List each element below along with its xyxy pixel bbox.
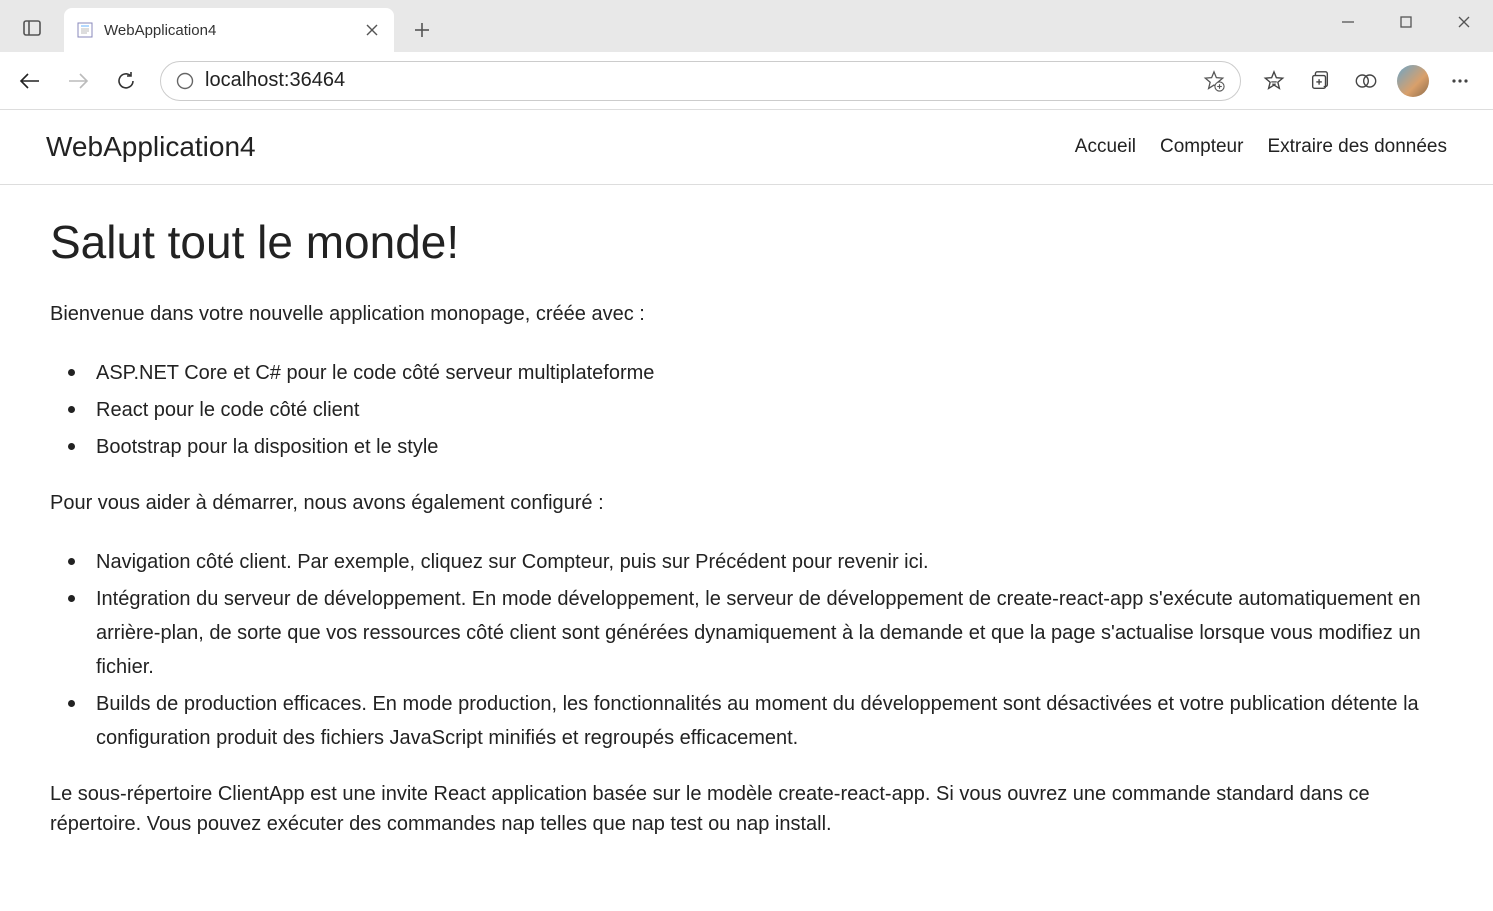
tab-strip: WebApplication4 <box>0 0 1493 52</box>
tab-actions-icon <box>22 18 42 38</box>
navigation-bar <box>0 52 1493 110</box>
url-input[interactable] <box>205 69 1192 92</box>
list-item: ASP.NET Core et C# pour le code côté ser… <box>88 353 1443 390</box>
page-viewport: WebApplication4 Accueil Compteur Extrair… <box>0 110 1493 893</box>
tab-close-button[interactable] <box>362 20 382 40</box>
window-controls <box>1319 0 1493 44</box>
page-content: Salut tout le monde! Bienvenue dans votr… <box>0 185 1493 893</box>
refresh-button[interactable] <box>104 59 148 103</box>
new-tab-button[interactable] <box>400 8 444 52</box>
site-info-icon[interactable] <box>175 71 195 91</box>
page-heading: Salut tout le monde! <box>50 215 1443 269</box>
profile-avatar[interactable] <box>1397 65 1429 97</box>
intro-paragraph: Bienvenue dans votre nouvelle applicatio… <box>50 299 1443 329</box>
back-button[interactable] <box>8 59 52 103</box>
maximize-icon <box>1399 15 1413 29</box>
list-item: Bootstrap pour la disposition et le styl… <box>88 427 1443 464</box>
forward-button[interactable] <box>56 59 100 103</box>
close-icon <box>366 24 378 36</box>
tab-title: WebApplication4 <box>104 22 352 39</box>
favorites-button[interactable] <box>1253 60 1295 102</box>
list-item: Navigation côté client. Par exemple, cli… <box>88 542 1443 579</box>
site-brand[interactable]: WebApplication4 <box>46 131 256 163</box>
add-favorite-button[interactable] <box>1202 69 1226 93</box>
browser-tab[interactable]: WebApplication4 <box>64 8 394 52</box>
star-plus-icon <box>1203 70 1225 92</box>
nav-link-home[interactable]: Accueil <box>1075 136 1136 158</box>
nav-link-counter[interactable]: Compteur <box>1160 136 1243 158</box>
site-nav: Accueil Compteur Extraire des données <box>1075 136 1447 158</box>
settings-menu-button[interactable] <box>1439 60 1481 102</box>
setup-intro-paragraph: Pour vous aider à démarrer, nous avons é… <box>50 488 1443 518</box>
window-close-button[interactable] <box>1435 0 1493 44</box>
toolbar-right <box>1253 60 1485 102</box>
browser-chrome: WebApplication4 <box>0 0 1493 110</box>
more-icon <box>1450 71 1470 91</box>
refresh-icon <box>115 70 137 92</box>
footer-paragraph: Le sous-répertoire ClientApp est une inv… <box>50 779 1443 839</box>
tech-list: ASP.NET Core et C# pour le code côté ser… <box>88 353 1443 464</box>
arrow-right-icon <box>67 70 89 92</box>
site-header: WebApplication4 Accueil Compteur Extrair… <box>0 110 1493 185</box>
tab-favicon <box>76 21 94 39</box>
setup-list: Navigation côté client. Par exemple, cli… <box>88 542 1443 755</box>
list-item: Builds de production efficaces. En mode … <box>88 684 1443 755</box>
window-minimize-button[interactable] <box>1319 0 1377 44</box>
tab-actions-button[interactable] <box>8 4 56 52</box>
browser-essentials-button[interactable] <box>1345 60 1387 102</box>
collections-button[interactable] <box>1299 60 1341 102</box>
plus-icon <box>414 22 430 38</box>
star-icon <box>1263 70 1285 92</box>
arrow-left-icon <box>19 70 41 92</box>
close-icon <box>1457 15 1471 29</box>
collections-icon <box>1309 70 1331 92</box>
list-item: Intégration du serveur de développement.… <box>88 579 1443 684</box>
minimize-icon <box>1341 15 1355 29</box>
address-bar[interactable] <box>160 61 1241 101</box>
window-maximize-button[interactable] <box>1377 0 1435 44</box>
list-item: React pour le code côté client <box>88 390 1443 427</box>
linked-circles-icon <box>1354 70 1378 92</box>
nav-link-fetch-data[interactable]: Extraire des données <box>1267 136 1447 158</box>
